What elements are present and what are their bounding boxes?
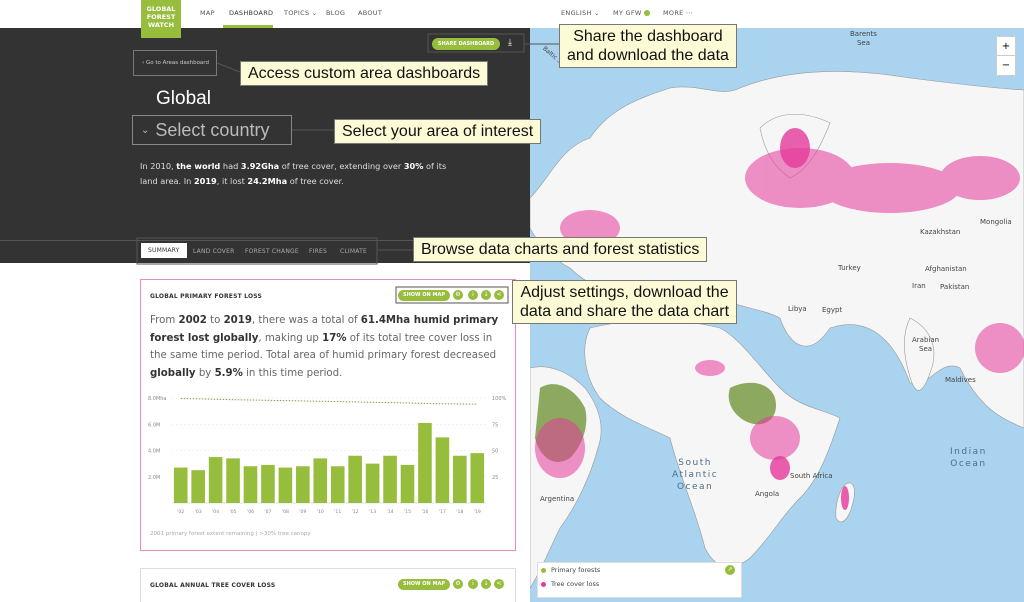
callout-connectors xyxy=(136,33,559,304)
gfw-logo[interactable]: GLOBAL FOREST WATCH xyxy=(141,0,181,38)
